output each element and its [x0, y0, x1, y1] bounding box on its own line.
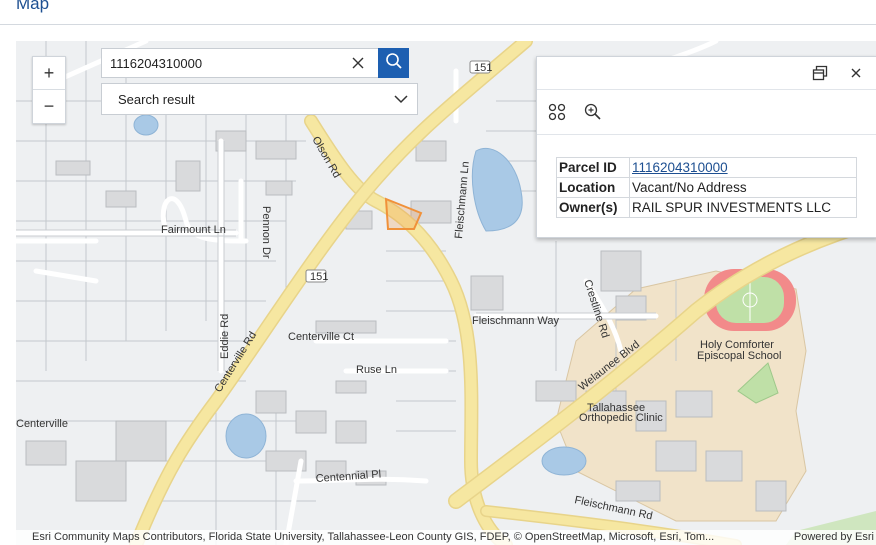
select-features-icon[interactable]	[547, 102, 567, 122]
field-value: RAIL SPUR INVESTMENTS LLC	[629, 197, 857, 218]
label-centerville: Centerville	[16, 418, 68, 430]
chevron-down-icon	[394, 92, 408, 107]
attribution-text[interactable]: Esri Community Maps Contributors, Florid…	[32, 530, 714, 545]
dock-icon[interactable]	[812, 65, 828, 81]
popup-header	[537, 57, 876, 90]
page-header: Map	[0, 0, 876, 25]
label-orthopedic-clinic: Orthopedic Clinic	[579, 412, 663, 424]
route-shield-151-a-label: 151	[310, 271, 328, 283]
powered-by-esri[interactable]: Powered by Esri	[794, 530, 874, 545]
search-result-label: Search result	[118, 91, 195, 107]
route-shield-151-b-label: 151	[474, 62, 492, 74]
search-button[interactable]	[378, 48, 409, 78]
label-fairmount-ln: Fairmount Ln	[161, 224, 226, 236]
zoom-controls: + −	[32, 56, 66, 124]
search-input[interactable]	[101, 48, 385, 78]
page-title: Map	[16, 0, 50, 13]
map-view[interactable]: 151 151 Olson Rd Fleischmann Ln Fleischm…	[16, 41, 876, 545]
label-fleischmann-way: Fleischmann Way	[472, 315, 560, 327]
search-result-dropdown[interactable]: Search result	[101, 83, 418, 115]
label-centerville-ct: Centerville Ct	[288, 331, 354, 343]
field-key: Location	[556, 177, 630, 198]
map-attribution: Esri Community Maps Contributors, Florid…	[16, 530, 876, 545]
zoom-to-icon[interactable]	[583, 102, 603, 122]
popup-toolbar	[537, 90, 876, 135]
attribute-table: Parcel ID 1116204310000 Location Vacant/…	[556, 157, 857, 218]
close-icon[interactable]	[849, 66, 863, 80]
field-key: Owner(s)	[556, 197, 630, 218]
table-row: Owner(s) RAIL SPUR INVESTMENTS LLC	[556, 197, 857, 218]
table-row: Location Vacant/No Address	[556, 177, 857, 198]
parcel-id-link[interactable]: 1116204310000	[632, 160, 728, 175]
clear-search-icon[interactable]	[350, 55, 366, 71]
search-widget	[101, 48, 409, 78]
label-pennon-dr: Pennon Dr	[260, 206, 272, 259]
search-icon	[385, 52, 403, 75]
feature-popup: Parcel ID 1116204310000 Location Vacant/…	[536, 56, 876, 238]
label-ruse-ln: Ruse Ln	[356, 364, 397, 376]
table-row: Parcel ID 1116204310000	[556, 157, 857, 178]
zoom-out-button[interactable]: −	[33, 89, 65, 122]
field-key: Parcel ID	[556, 157, 630, 178]
label-eddie-rd: Eddie Rd	[219, 314, 231, 359]
label-episcopal-school: Episcopal School	[697, 350, 781, 362]
zoom-in-button[interactable]: +	[33, 57, 65, 89]
field-value: Vacant/No Address	[629, 177, 857, 198]
